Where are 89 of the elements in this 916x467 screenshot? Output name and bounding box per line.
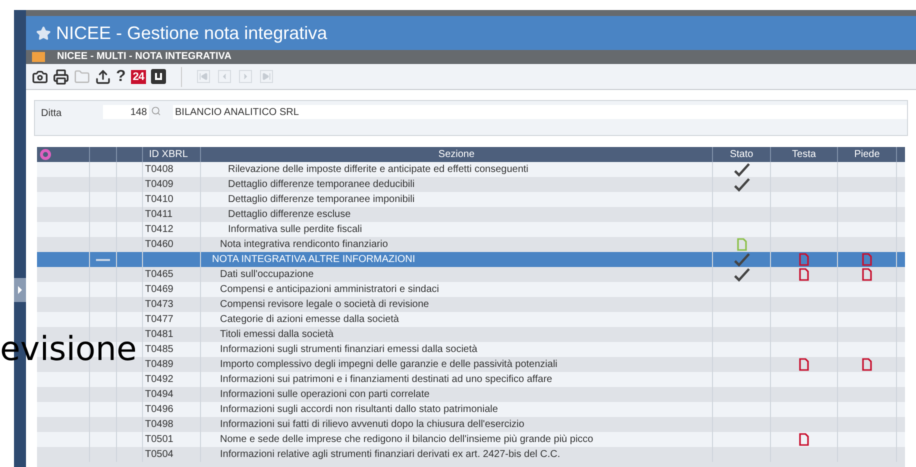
check-icon [734, 162, 750, 176]
table-row[interactable]: T0469 Compensi e anticipazioni amministratori e sindaci [37, 282, 905, 297]
id-cell: T0494 [145, 390, 174, 400]
id-cell: T0501 [145, 434, 174, 444]
id-cell: T0473 [145, 300, 174, 310]
section-cell: Informazioni sulle operazioni con parti correlate [220, 390, 430, 400]
skip-back-icon [198, 72, 208, 81]
column-header[interactable]: Testa [792, 150, 816, 160]
section-cell: Rilevazione delle imposte differite e anticipate ed effetti conseguenti [228, 164, 528, 174]
search-icon[interactable] [151, 106, 161, 116]
check-icon [734, 268, 750, 282]
section-cell: Nome e sede delle imprese che redigono il bilancio dell'insieme più grande più picco [220, 434, 594, 444]
column-header[interactable]: ID XBRL [149, 150, 188, 160]
table-row[interactable]: T0411 Dettaglio differenze escluse [37, 207, 905, 222]
table-row[interactable]: T0494 Informazioni sulle operazioni con parti correlate [37, 387, 905, 402]
section-cell: Dettaglio differenze temporanee deducibili [228, 180, 415, 190]
ditta-label: Ditta [41, 107, 63, 121]
id-cell: T0412 [145, 224, 174, 234]
section-cell: Informazioni relative agli strumenti finanziari derivati ex art. 2427-bis del C.C. [220, 450, 560, 460]
id-cell: T0410 [145, 194, 174, 204]
section-cell: Dati sull'occupazione [220, 270, 314, 280]
check-icon [734, 252, 750, 266]
document-icon[interactable] [799, 433, 809, 446]
upload-icon[interactable] [95, 68, 111, 84]
id-cell: T0409 [145, 180, 174, 190]
printer-icon[interactable] [53, 68, 69, 84]
table-row[interactable]: T0465 Dati sull'occupazione [37, 267, 905, 282]
column-header[interactable]: Sezione [438, 150, 475, 160]
id-cell: T0460 [145, 240, 174, 250]
id-cell: T0408 [145, 164, 174, 174]
document-icon[interactable] [799, 358, 809, 371]
column-header[interactable]: Piede [854, 150, 880, 160]
side-panel-toggle[interactable] [14, 278, 26, 302]
section-cell: Informazioni sui fatti di rilievo avvenuti dopo la chiusura dell'esercizio [220, 420, 524, 430]
id-cell: T0465 [145, 270, 174, 280]
section-cell: Compensi e anticipazioni amministratori e sindaci [220, 284, 439, 294]
id-cell: T0485 [145, 344, 174, 354]
subwindow-title: NICEE - MULTI - NOTA INTEGRATIVA [57, 52, 232, 62]
window-title: NICEE - Gestione nota integrativa [56, 22, 328, 45]
column-header[interactable]: Stato [730, 150, 754, 160]
section-cell: Compensi revisore legale o società di revisione [220, 300, 429, 310]
section-cell: NOTA INTEGRATIVA ALTRE INFORMAZIONI [212, 254, 416, 264]
id-cell: T0496 [145, 404, 174, 414]
table-row[interactable]: T0408 Rilevazione delle imposte differite e anticipate ed effetti conseguenti [37, 162, 905, 177]
table-row[interactable]: T0498 Informazioni sui fatti di rilievo avvenuti dopo la chiusura dell'esercizio [37, 417, 905, 432]
folder-icon[interactable] [74, 68, 90, 84]
section-cell: Nota integrativa rendiconto finanziario [220, 240, 388, 250]
id-cell: T0504 [145, 450, 174, 460]
table-row[interactable]: T0492 Informazioni sui patrimoni e i finanziamenti destinati ad uno specifico affare [37, 372, 905, 387]
table-row[interactable]: T0496 Informazioni sugli accordi non risultanti dallo stato patrimoniale [37, 402, 905, 417]
u-logo-icon[interactable] [150, 69, 166, 84]
id-cell: T0477 [145, 314, 174, 324]
company-field[interactable]: BILANCIO ANALITICO SRL [173, 105, 907, 119]
section-cell: Dettaglio differenze escluse [228, 210, 351, 220]
id-cell: T0469 [145, 284, 174, 294]
section-cell: Informazioni sugli accordi non risultanti dallo stato patrimoniale [220, 404, 498, 414]
id-cell: T0498 [145, 420, 174, 430]
help-button[interactable]: ? [116, 68, 126, 84]
check-icon [734, 178, 750, 192]
table-row[interactable]: T0409 Dettaglio differenze temporanee deducibili [37, 177, 905, 192]
app-icon [32, 52, 45, 62]
section-cell: Informativa sulle perdite fiscali [228, 224, 362, 234]
table-row[interactable]: T0473 Compensi revisore legale o società di revisione [37, 297, 905, 312]
caret-icon [18, 286, 22, 294]
section-cell: Categorie di azioni emesse dalla società [220, 314, 399, 324]
id-cell: T0411 [145, 210, 173, 220]
table-row[interactable]: T0504 Informazioni relative agli strumenti finanziari derivati ex art. 2427-bis del C.C. [37, 447, 905, 462]
section-cell: Informazioni sugli strumenti finanziari emessi dalla società [220, 344, 478, 354]
table-row[interactable]: T0460 Nota integrativa rendiconto finanziario [37, 237, 905, 252]
section-cell: Dettaglio differenze temporanee imponibili [228, 194, 415, 204]
table-row[interactable]: NOTA INTEGRATIVA ALTRE INFORMAZIONI [37, 252, 905, 267]
table-row[interactable]: T0477 Categorie di azioni emesse dalla società [37, 312, 905, 327]
code-field[interactable]: 148 [103, 105, 149, 119]
table-row[interactable]: T0412 Informativa sulle perdite fiscali [37, 222, 905, 237]
camera-icon[interactable] [32, 68, 48, 84]
document-icon[interactable] [799, 268, 809, 281]
table-row[interactable]: T0410 Dettaglio differenze temporanee imponibili [37, 192, 905, 207]
star-icon[interactable] [36, 26, 51, 40]
id-cell: T0492 [145, 374, 174, 384]
calendar-button[interactable]: 24 [130, 70, 146, 84]
id-cell: T0489 [145, 360, 174, 370]
document-icon[interactable] [862, 358, 872, 371]
table-row[interactable]: T0501 Nome e sede delle imprese che redigono il bilancio dell'insieme più grande più picco [37, 432, 905, 447]
document-icon[interactable] [862, 268, 872, 281]
section-cell: Importo complessivo degli impegni delle garanzie e delle passività potenziali [220, 360, 558, 370]
id-cell: T0481 [145, 330, 174, 340]
section-cell: Informazioni sui patrimoni e i finanziamenti destinati ad uno specifico affare [220, 374, 552, 384]
skip-forward-icon [262, 72, 271, 81]
section-cell: Titoli emessi dalla società [220, 330, 334, 340]
